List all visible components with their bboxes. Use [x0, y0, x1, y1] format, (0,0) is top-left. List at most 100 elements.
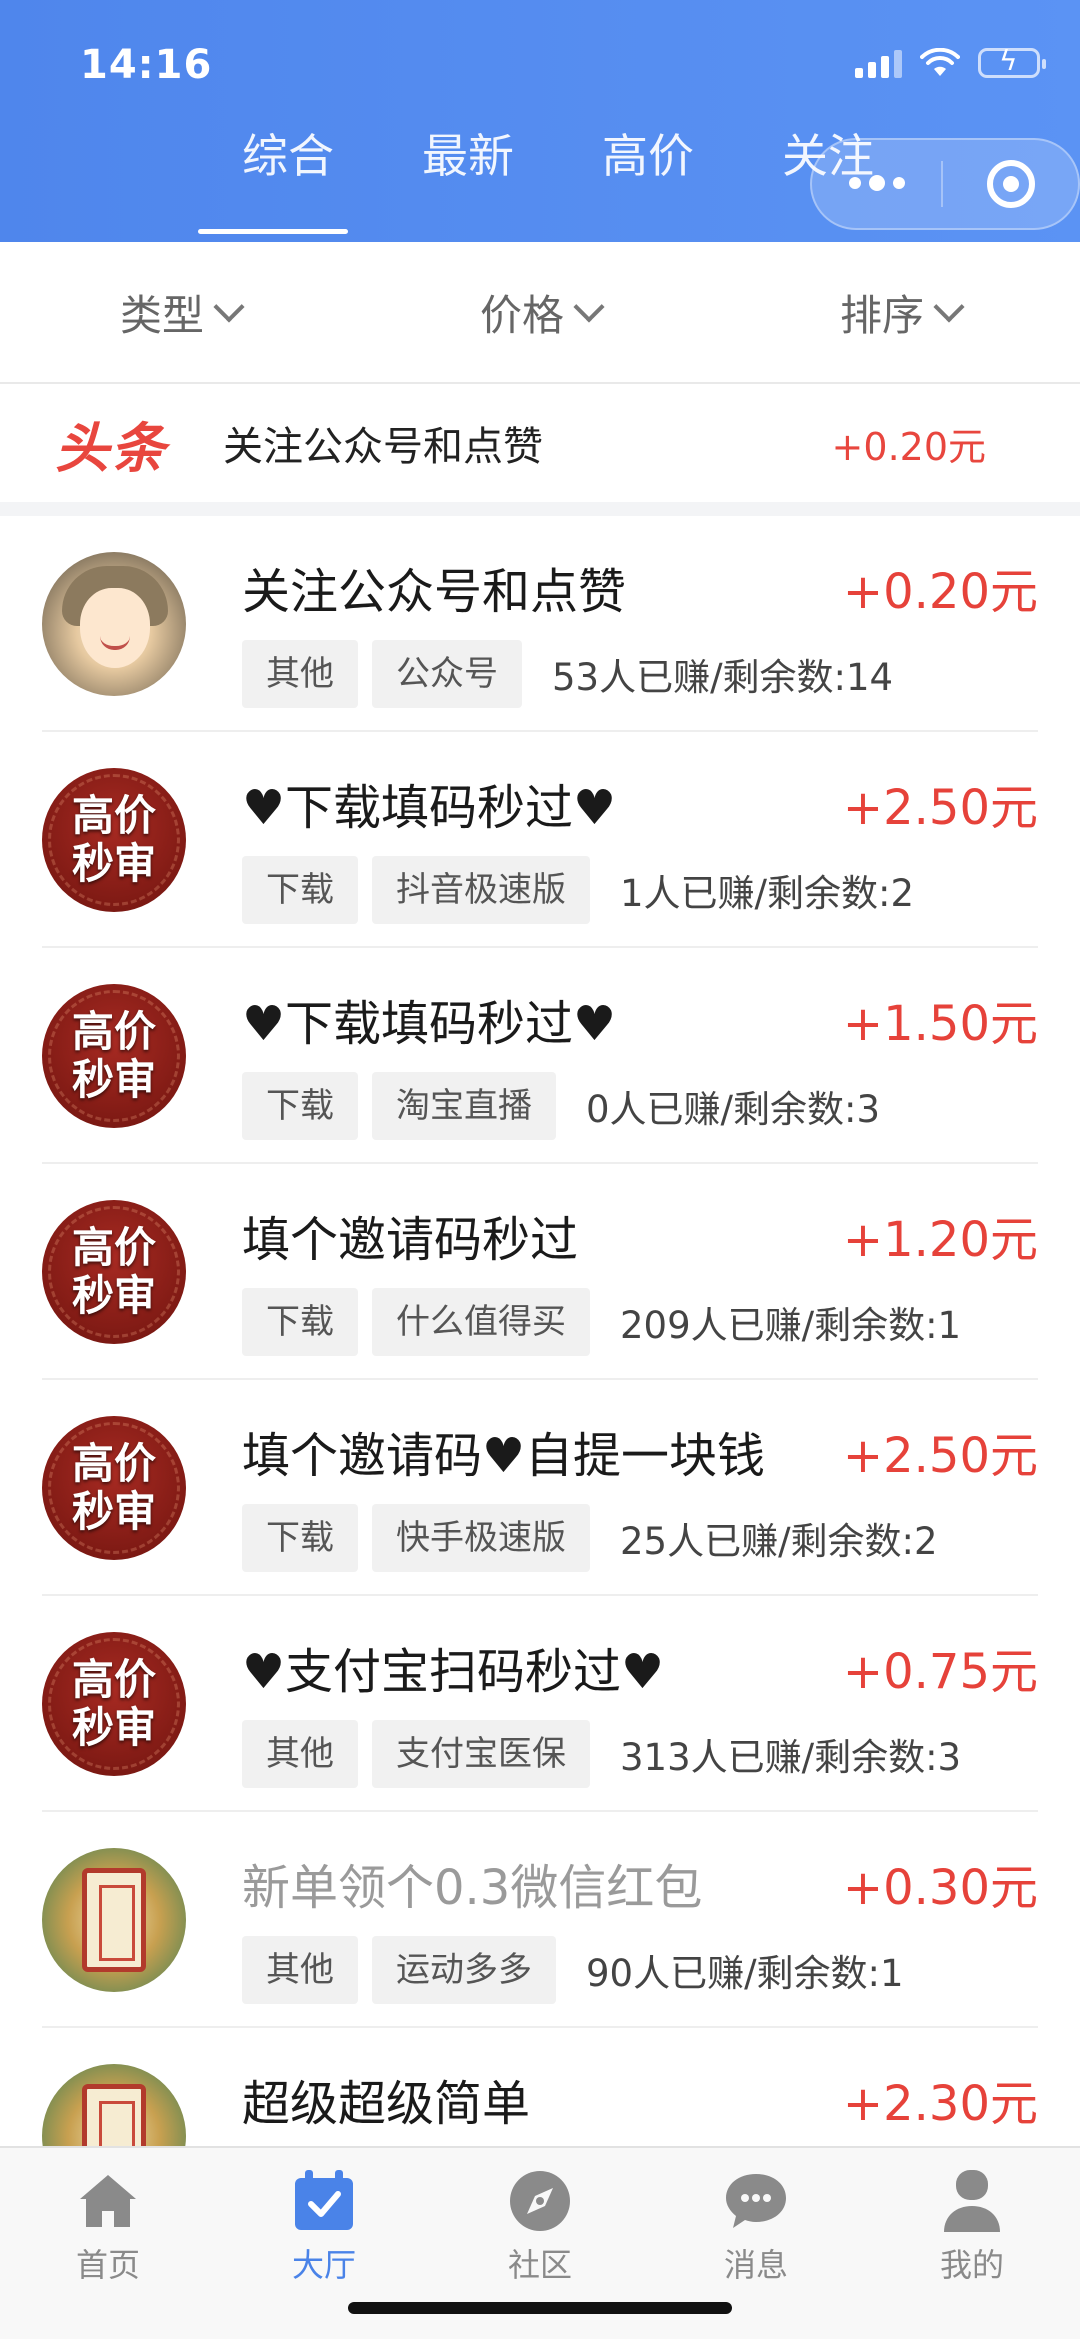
- task-reward: +2.50元: [842, 780, 1038, 836]
- task-category-chip: 其他: [242, 1720, 358, 1788]
- tabbar-home[interactable]: 首页: [0, 2148, 216, 2339]
- task-item[interactable]: 新单领个0.3微信红包 +0.30元 其他 运动多多 90人已赚/剩余数:1: [42, 1812, 1038, 2028]
- task-title: 新单领个0.3微信红包: [242, 1860, 703, 1916]
- task-item[interactable]: 高价 秒审 ♥下载填码秒过♥ +2.50元 下载 抖音极速版 1人已赚/剩余数:…: [42, 732, 1038, 948]
- home-icon: [73, 2166, 143, 2236]
- task-category-chip: 下载: [242, 1288, 358, 1356]
- filter-sort[interactable]: 排序: [720, 242, 1080, 382]
- avatar-text: 秒审: [71, 1703, 156, 1752]
- filter-sort-label: 排序: [839, 290, 924, 340]
- avatar-text: 秒审: [71, 1487, 156, 1536]
- task-stats: 25人已赚/剩余数:2: [620, 1520, 938, 1563]
- avatar-text: 秒审: [71, 1271, 156, 1320]
- signal-icon: [855, 48, 902, 78]
- tabbar-hall-label: 大厅: [291, 2246, 356, 2284]
- task-title: ♥下载填码秒过♥: [242, 780, 617, 836]
- task-stats: 90人已赚/剩余数:1: [586, 1952, 904, 1995]
- tabbar-mine[interactable]: 我的: [864, 2148, 1080, 2339]
- tabbar-home-label: 首页: [75, 2246, 140, 2284]
- task-item[interactable]: 超级超级简单 +2.30元: [42, 2028, 1038, 2146]
- status-icons: ϟ: [855, 47, 1046, 78]
- task-list: 关注公众号和点赞 +0.20元 其他 公众号 53人已赚/剩余数:14 高价 秒…: [0, 516, 1080, 2146]
- tabbar-mine-label: 我的: [939, 2246, 1004, 2284]
- task-reward: +0.20元: [842, 564, 1038, 620]
- filter-type[interactable]: 类型: [0, 242, 360, 382]
- task-title: 超级超级简单: [242, 2076, 531, 2132]
- task-reward: +2.50元: [842, 1428, 1038, 1484]
- task-stats: 53人已赚/剩余数:14: [552, 656, 894, 699]
- task-app-chip: 公众号: [372, 640, 522, 708]
- wifi-icon: [920, 48, 960, 76]
- task-reward: +1.20元: [842, 1212, 1038, 1268]
- avatar-text: 高价: [71, 1223, 156, 1272]
- task-item[interactable]: 关注公众号和点赞 +0.20元 其他 公众号 53人已赚/剩余数:14: [42, 516, 1038, 732]
- task-title: 填个邀请码秒过: [242, 1212, 579, 1268]
- user-icon: [937, 2166, 1007, 2236]
- avatar-text: 高价: [71, 1655, 156, 1704]
- close-miniprogram-icon[interactable]: [943, 160, 1078, 208]
- task-reward: +1.50元: [842, 996, 1038, 1052]
- tabbar-messages-label: 消息: [723, 2246, 788, 2284]
- status-time: 14:16: [80, 42, 213, 88]
- task-reward: +0.75元: [842, 1644, 1038, 1700]
- avatar-text: 秒审: [71, 1055, 156, 1104]
- task-title: ♥下载填码秒过♥: [242, 996, 617, 1052]
- avatar: 高价 秒审: [42, 1632, 186, 1776]
- miniprogram-capsule: [810, 138, 1080, 230]
- avatar: [42, 552, 186, 696]
- task-reward: +0.30元: [842, 1860, 1038, 1916]
- avatar-text: 高价: [71, 1007, 156, 1056]
- task-app-chip: 运动多多: [372, 1936, 556, 2004]
- chevron-down-icon: [573, 291, 605, 323]
- avatar: 高价 秒审: [42, 1416, 186, 1560]
- task-category-chip: 下载: [242, 856, 358, 924]
- task-app-chip: 淘宝直播: [372, 1072, 556, 1140]
- tab-high-price[interactable]: 高价: [558, 120, 738, 238]
- filter-type-label: 类型: [119, 290, 204, 340]
- battery-icon: ϟ: [978, 47, 1046, 78]
- more-icon[interactable]: [812, 175, 941, 191]
- headline-tag: 头条: [55, 416, 167, 480]
- task-category-chip: 其他: [242, 1936, 358, 2004]
- avatar: [42, 2064, 186, 2146]
- tab-latest[interactable]: 最新: [378, 120, 558, 238]
- tab-comprehensive[interactable]: 综合: [198, 120, 378, 238]
- avatar: [42, 1848, 186, 1992]
- avatar: 高价 秒审: [42, 984, 186, 1128]
- avatar: 高价 秒审: [42, 768, 186, 912]
- task-reward: +2.30元: [842, 2076, 1038, 2132]
- task-app-chip: 快手极速版: [372, 1504, 590, 1572]
- avatar-text: 秒审: [71, 839, 156, 888]
- task-stats: 209人已赚/剩余数:1: [620, 1304, 962, 1347]
- filter-price[interactable]: 价格: [360, 242, 720, 382]
- task-stats: 1人已赚/剩余数:2: [620, 872, 915, 915]
- chevron-down-icon: [933, 291, 965, 323]
- filter-price-label: 价格: [479, 290, 564, 340]
- headline-price: +0.20元: [831, 424, 986, 469]
- task-item[interactable]: 高价 秒审 ♥下载填码秒过♥ +1.50元 下载 淘宝直播 0人已赚/剩余数:3: [42, 948, 1038, 1164]
- avatar: 高价 秒审: [42, 1200, 186, 1344]
- calendar-check-icon: [289, 2166, 359, 2236]
- task-item[interactable]: 高价 秒审 填个邀请码秒过 +1.20元 下载 什么值得买 209人已赚/剩余数…: [42, 1164, 1038, 1380]
- chat-bubble-icon: [721, 2166, 791, 2236]
- task-item[interactable]: 高价 秒审 ♥支付宝扫码秒过♥ +0.75元 其他 支付宝医保 313人已赚/剩…: [42, 1596, 1038, 1812]
- task-category-chip: 下载: [242, 1072, 358, 1140]
- tabbar-community-label: 社区: [507, 2246, 572, 2284]
- headline-banner[interactable]: 头条 关注公众号和点赞 +0.20元: [0, 384, 1080, 502]
- filter-bar: 类型 价格 排序: [0, 242, 1080, 384]
- task-item[interactable]: 高价 秒审 填个邀请码♥自提一块钱 +2.50元 下载 快手极速版 25人已赚/…: [42, 1380, 1038, 1596]
- task-stats: 313人已赚/剩余数:3: [620, 1736, 962, 1779]
- task-stats: 0人已赚/剩余数:3: [586, 1088, 881, 1131]
- task-title: 关注公众号和点赞: [242, 564, 627, 620]
- home-indicator: [348, 2302, 732, 2314]
- task-title: 填个邀请码♥自提一块钱: [242, 1428, 766, 1484]
- headline-title: 关注公众号和点赞: [223, 424, 543, 470]
- task-app-chip: 支付宝医保: [372, 1720, 590, 1788]
- task-category-chip: 其他: [242, 640, 358, 708]
- avatar-text: 高价: [71, 791, 156, 840]
- task-app-chip: 什么值得买: [372, 1288, 590, 1356]
- avatar-text: 高价: [71, 1439, 156, 1488]
- compass-icon: [505, 2166, 575, 2236]
- task-app-chip: 抖音极速版: [372, 856, 590, 924]
- task-title: ♥支付宝扫码秒过♥: [242, 1644, 665, 1700]
